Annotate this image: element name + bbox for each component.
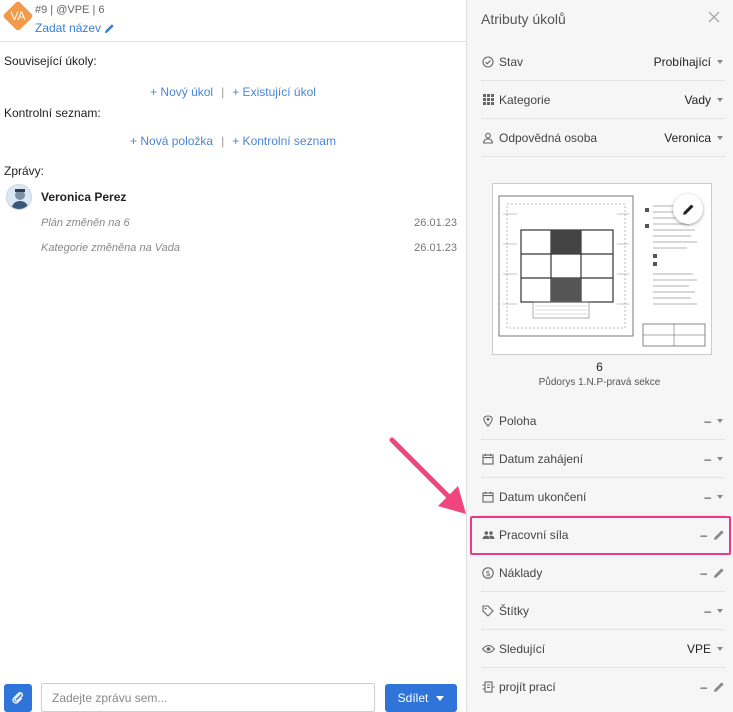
attr-row-workforce[interactable]: Pracovní síla – [481, 516, 725, 554]
message-date: 26.01.23 [414, 217, 457, 229]
chevron-down-icon [717, 135, 723, 140]
location-pin-icon [481, 414, 495, 428]
set-title-link[interactable]: Zadat název [35, 21, 115, 35]
edit-plan-button[interactable] [673, 194, 703, 224]
attr-value: – [700, 565, 707, 580]
message-input[interactable] [41, 683, 375, 712]
tag-icon [481, 604, 495, 618]
attr-label: Odpovědná osoba [499, 130, 598, 145]
attr-label: Sledující [499, 641, 546, 656]
attr-value: Vady [684, 92, 711, 107]
task-detail-main: VA #9 | @VPE | 6 Zadat název Související… [0, 0, 466, 712]
attr-label: Pracovní síla [499, 527, 569, 542]
calendar-icon [481, 490, 495, 504]
pencil-icon[interactable] [713, 681, 725, 693]
chevron-down-icon [717, 646, 723, 651]
attr-label: projít prací [499, 680, 556, 694]
attr-label: Datum zahájení [499, 451, 584, 466]
message-date: 26.01.23 [414, 242, 457, 254]
status-icon [481, 55, 495, 69]
attr-row-tags[interactable]: Štítky – [481, 592, 725, 630]
paperclip-icon [12, 691, 24, 704]
close-icon[interactable] [707, 10, 721, 24]
attr-label: Náklady [499, 565, 543, 580]
checklist-label: Kontrolní seznam: [4, 106, 101, 120]
new-item-link[interactable]: + Nová položka [130, 134, 213, 148]
grid-icon [481, 93, 495, 107]
work-progress-icon [481, 680, 495, 694]
attr-row-location[interactable]: Poloha – [481, 402, 725, 440]
chevron-down-icon [717, 456, 723, 461]
author-name: Veronica Perez [41, 190, 127, 204]
svg-text:$: $ [485, 568, 490, 577]
pencil-icon[interactable] [713, 567, 725, 579]
plan-number: 6 [596, 360, 603, 374]
attr-row-status[interactable]: Stav Probíhající [481, 43, 725, 81]
list-item: Plán změněn na 6 26.01.23 [41, 217, 457, 229]
attr-row-responsible[interactable]: Odpovědná osoba Veronica [481, 119, 725, 157]
attr-value: – [700, 680, 707, 694]
task-avatar: VA [2, 0, 34, 32]
calendar-icon [481, 452, 495, 466]
attr-label: Datum ukončení [499, 489, 587, 504]
attr-value: – [704, 603, 711, 618]
floor-plan-thumbnail[interactable] [492, 183, 712, 355]
attr-value: – [704, 489, 711, 504]
messages-label: Zprávy: [4, 164, 45, 178]
attr-value: – [704, 413, 711, 428]
panel-title: Atributy úkolů [481, 11, 566, 27]
chevron-down-icon [717, 418, 723, 423]
people-icon [481, 528, 495, 542]
avatar-initials: VA [10, 9, 26, 23]
message-text: Plán změněn na 6 [41, 217, 130, 229]
attr-label: Poloha [499, 413, 537, 428]
chevron-down-icon [717, 59, 723, 64]
message-text: Kategorie změněna na Vada [41, 242, 181, 254]
eye-icon [481, 642, 495, 656]
dollar-icon: $ [481, 566, 495, 580]
share-label: Sdílet [397, 691, 429, 705]
message-composer: Sdílet [0, 682, 466, 712]
attach-button[interactable] [4, 684, 32, 712]
attr-value: Probíhající [653, 54, 711, 69]
chevron-down-icon [717, 494, 723, 499]
attr-value: – [704, 451, 711, 466]
attr-value: – [700, 527, 707, 542]
pencil-icon [682, 204, 693, 215]
plan-name: Půdorys 1.N.P-pravá sekce [538, 377, 661, 388]
related-tasks-links: + Nový úkol | + Existující úkol [150, 85, 316, 99]
attr-label: Stav [499, 54, 524, 69]
attr-row-end-date[interactable]: Datum ukončení – [481, 478, 725, 516]
existing-task-link[interactable]: + Existující úkol [232, 85, 316, 99]
checklist-link[interactable]: + Kontrolní seznam [232, 134, 336, 148]
attr-label: Kategorie [499, 92, 551, 107]
attr-value: VPE [686, 641, 711, 656]
pencil-icon[interactable] [713, 529, 725, 541]
task-meta: #9 | @VPE | 6 [35, 4, 105, 16]
list-item: Kategorie změněna na Vada 26.01.23 [41, 242, 457, 254]
share-button[interactable]: Sdílet [385, 684, 457, 712]
checklist-links: + Nová položka | + Kontrolní seznam [130, 134, 336, 148]
attr-row-start-date[interactable]: Datum zahájení – [481, 440, 725, 478]
attr-row-costs[interactable]: $ Náklady – [481, 554, 725, 592]
task-header: VA #9 | @VPE | 6 Zadat název [0, 0, 466, 42]
attr-row-followers[interactable]: Sledující VPE [481, 630, 725, 668]
chevron-down-icon [436, 695, 445, 701]
set-title-label: Zadat název [35, 21, 102, 35]
message-author: Veronica Perez [6, 184, 126, 210]
person-icon [481, 131, 495, 145]
pencil-icon [104, 23, 114, 33]
chevron-down-icon [717, 97, 723, 102]
attr-label: Štítky [499, 603, 530, 618]
avatar [6, 184, 32, 210]
attr-value: Veronica [664, 130, 711, 145]
new-task-link[interactable]: + Nový úkol [150, 85, 213, 99]
chevron-down-icon [717, 608, 723, 613]
attr-row-work-progress[interactable]: projít prací – [481, 668, 725, 706]
related-tasks-label: Související úkoly: [4, 54, 97, 68]
attr-row-category[interactable]: Kategorie Vady [481, 81, 725, 119]
